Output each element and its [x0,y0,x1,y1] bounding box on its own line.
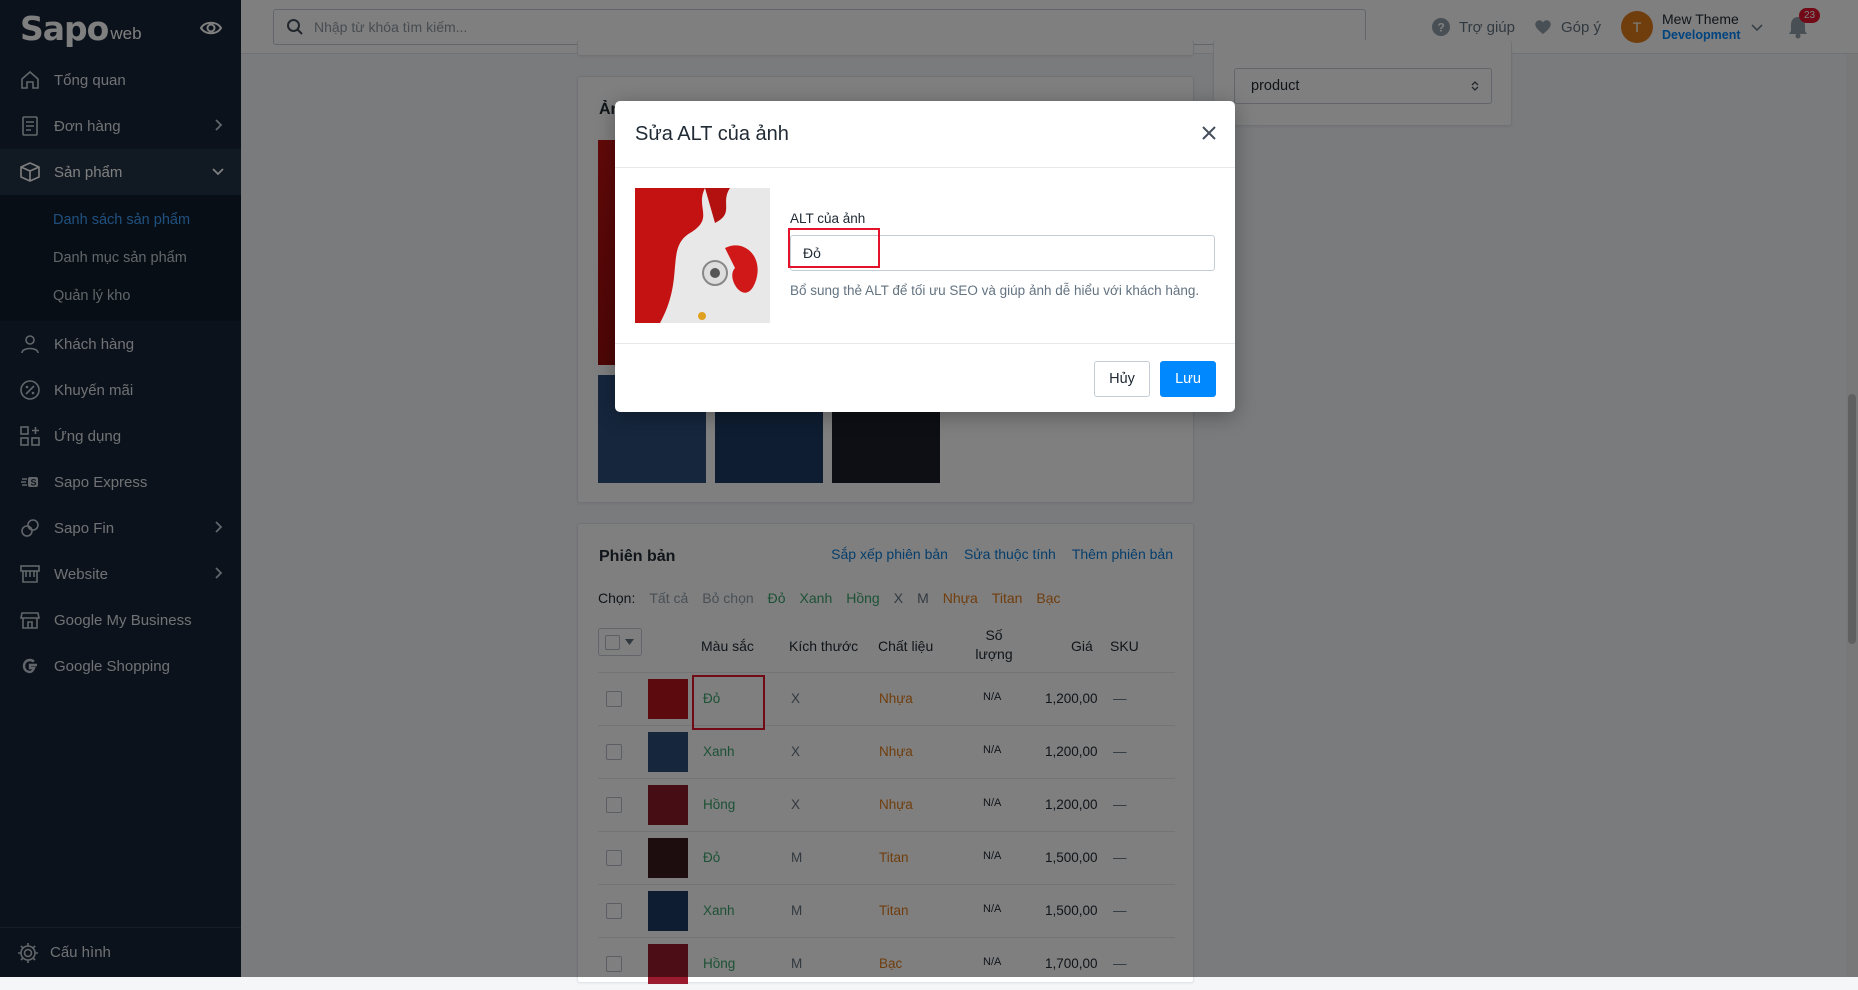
cancel-button[interactable]: Hủy [1094,361,1150,397]
highlight-box [788,228,880,268]
modal-footer: Hủy Lưu [615,343,1235,412]
alt-field-label: ALT của ảnh [790,211,866,226]
modal-image-preview [635,188,770,323]
edit-alt-modal: Sửa ALT của ảnh ALT của ảnh Bổ sung thẻ … [615,101,1235,412]
modal-header: Sửa ALT của ảnh [615,101,1235,168]
modal-title: Sửa ALT của ảnh [635,123,789,145]
close-icon[interactable] [1201,125,1217,141]
save-button[interactable]: Lưu [1160,361,1216,397]
alt-field-hint: Bổ sung thẻ ALT để tối ưu SEO và giúp ản… [790,283,1200,298]
